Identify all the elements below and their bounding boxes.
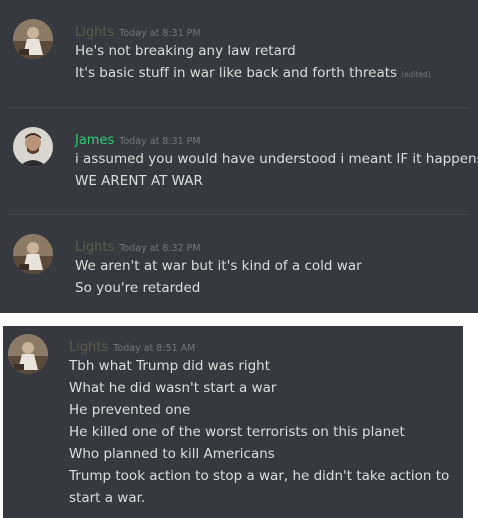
username[interactable]: Lights bbox=[69, 340, 108, 355]
message-divider bbox=[8, 107, 470, 108]
message-text: He prevented one bbox=[69, 402, 191, 418]
timestamp: Today at 8:31 PM bbox=[119, 28, 201, 39]
message-text: We aren't at war but it's kind of a cold… bbox=[75, 258, 362, 274]
message-text: Who planned to kill Americans bbox=[69, 446, 275, 462]
avatar-image bbox=[13, 127, 53, 167]
message-header: Lights Today at 8:32 PM bbox=[75, 236, 201, 255]
message-text: i assumed you would have understood i me… bbox=[75, 151, 478, 167]
username[interactable]: Lights bbox=[75, 25, 114, 40]
avatar-lights[interactable] bbox=[13, 234, 53, 274]
message-header: Lights Today at 8:51 AM bbox=[69, 336, 195, 355]
timestamp: Today at 8:32 PM bbox=[119, 243, 201, 254]
timestamp: Today at 8:31 PM bbox=[119, 136, 201, 147]
avatar-image bbox=[8, 334, 48, 374]
avatar-lights[interactable] bbox=[13, 19, 53, 59]
message-text-content: It's basic stuff in war like back and fo… bbox=[75, 65, 398, 81]
avatar-lights[interactable] bbox=[8, 334, 48, 374]
message-text: Tbh what Trump did was right bbox=[69, 358, 271, 374]
username[interactable]: James bbox=[75, 133, 114, 148]
message-header: James Today at 8:31 PM bbox=[75, 129, 201, 148]
message-text: He killed one of the worst terrorists on… bbox=[69, 424, 405, 440]
chat-panel-top: Lights Today at 8:31 PM He's not breaking… bbox=[0, 0, 478, 313]
chat-panel-bottom: Lights Today at 8:51 AM Tbh what Trump di… bbox=[3, 326, 463, 518]
message-text: It's basic stuff in war like back and fo… bbox=[75, 63, 431, 85]
avatar-james[interactable] bbox=[13, 127, 53, 167]
timestamp: Today at 8:51 AM bbox=[113, 343, 196, 354]
message-text: start a war. bbox=[69, 490, 146, 506]
avatar-image bbox=[13, 234, 53, 274]
message-text: What he did wasn't start a war bbox=[69, 380, 277, 396]
message-text: Trump took action to stop a war, he didn… bbox=[69, 468, 450, 484]
message-text: WE ARENT AT WAR bbox=[75, 173, 203, 189]
edited-label: (edited) bbox=[401, 70, 431, 79]
message-divider bbox=[8, 214, 470, 215]
message-text: So you're retarded bbox=[75, 280, 201, 296]
message-text: He's not breaking any law retard bbox=[75, 43, 296, 59]
message-header: Lights Today at 8:31 PM bbox=[75, 21, 201, 40]
username[interactable]: Lights bbox=[75, 240, 114, 255]
avatar-image bbox=[13, 19, 53, 59]
